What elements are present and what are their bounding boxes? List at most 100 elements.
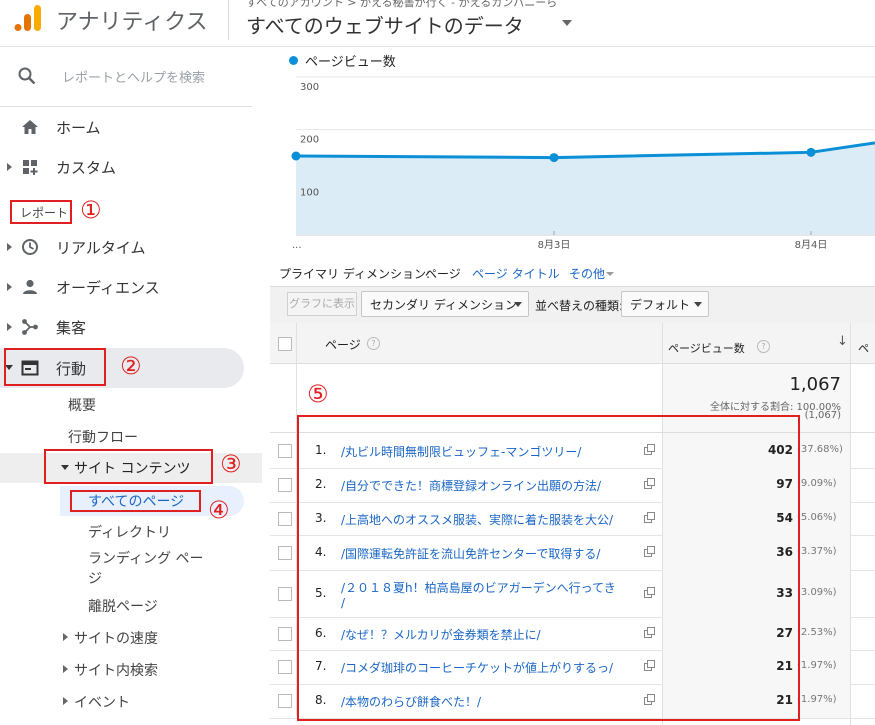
chart-legend: ページビュー数 [305,55,396,70]
sidebar-item-overview[interactable]: 概要 [68,395,96,415]
total-pageviews: 1,067 [789,374,841,395]
sidebar-item-landing-pages[interactable]: ランディング ペー [88,548,203,568]
column-header-next[interactable]: ペ [858,340,869,356]
column-header-page[interactable]: ページ [325,336,361,353]
annotation-box-1 [10,200,72,224]
y-tick-label: 100 [300,187,319,198]
dimension-page[interactable]: ページ [425,265,461,282]
help-icon[interactable]: ? [367,337,380,350]
annotation-box-3 [44,449,213,484]
annotation-number-2: ② [120,352,142,380]
y-tick-label: 200 [300,135,319,146]
row-checkbox[interactable] [278,587,292,601]
annotation-number-1: ① [80,196,102,224]
row-checkbox[interactable] [278,627,292,641]
chevron-right-icon [63,697,68,705]
sidebar-item-custom[interactable]: カスタム [0,149,250,185]
sidebar-item-home[interactable]: ホーム [0,109,250,145]
sidebar-item-exit-pages[interactable]: 離脱ページ [88,596,158,616]
dimension-other-link[interactable]: その他 [569,265,605,282]
chevron-right-icon [7,163,12,171]
sort-descending-icon[interactable]: ↓ [837,334,848,349]
sort-type-label: 並べ替えの種類: [535,299,624,313]
annotation-box-4 [70,490,201,512]
chevron-right-icon [63,633,68,641]
sidebar-item-label: カスタム [56,159,117,177]
chevron-down-icon [694,302,702,307]
app-name: アナリティクス [56,10,208,35]
sort-type-value: デフォルト [630,298,691,312]
sidebar-item-audience[interactable]: オーディエンス [0,269,250,305]
view-selector[interactable]: すべてのウェブサイトのデータ [246,10,524,39]
pageviews-percent: (1.97%) [797,694,837,705]
chevron-right-icon [63,665,68,673]
dashboard-plus-icon [23,160,38,175]
pageviews-chart[interactable]: 300 200 100 ... 8月3日 8月4日 [270,71,875,261]
x-tick-label: 8月3日 [538,239,571,251]
annotation-number-4: ④ [208,496,230,524]
row-checkbox[interactable] [278,478,292,492]
secondary-dimension-dropdown[interactable]: セカンダリ ディメンション [361,291,529,317]
show-in-graph-button[interactable]: グラフに表示 [287,292,357,316]
account-breadcrumb[interactable]: すべてのアカウント > かえる秘書が行く - かえるカンパニーら [246,0,557,10]
dimension-page-title-link[interactable]: ページ タイトル [472,265,560,282]
pageviews-percent: (2.53%) [797,627,837,638]
data-point[interactable] [549,153,559,163]
search-row[interactable]: レポートとヘルプを検索 [0,47,252,107]
top-header: アナリティクス すべてのアカウント > かえる秘書が行く - かえるカンパニーら… [0,0,875,47]
sidebar-item-events[interactable]: イベント [74,692,130,712]
row-checkbox[interactable] [278,512,292,526]
data-point[interactable] [806,147,816,157]
annotation-number-5: ⑤ [307,380,329,408]
sidebar-item-directory[interactable]: ディレクトリ [88,522,171,542]
select-all-checkbox[interactable] [278,337,292,351]
row-checkbox[interactable] [278,546,292,560]
search-input[interactable]: レポートとヘルプを検索 [62,67,205,86]
pageviews-percent: (9.09%) [797,478,837,489]
pageviews-percent: (5.06%) [797,512,837,523]
sort-type-dropdown[interactable]: デフォルト [621,291,709,317]
acquisition-icon [22,319,38,335]
x-tick-label: 8月4日 [795,239,828,251]
secondary-dimension-label: セカンダリ ディメンション [370,298,517,312]
chevron-down-icon[interactable] [562,20,572,26]
chevron-right-icon [7,283,12,291]
annotation-box-5 [297,415,800,721]
sidebar-item-label: オーディエンス [56,279,160,297]
home-icon [22,120,38,134]
sidebar-item-landing-pages-wrap[interactable]: ジ [88,568,102,588]
sidebar-item-label: ホーム [56,119,101,137]
x-tick-label: ... [292,240,302,251]
sidebar-item-site-search[interactable]: サイト内検索 [74,660,158,680]
chevron-right-icon [7,323,12,331]
header-divider [228,0,229,40]
primary-dimension-label: プライマリ ディメンション: [279,267,431,281]
column-header-pageviews[interactable]: ページビュー数 [668,340,745,356]
legend-dot-icon [289,56,298,65]
sidebar-item-behavior-flow[interactable]: 行動フロー [68,427,138,447]
sidebar-item-realtime[interactable]: リアルタイム [0,229,250,265]
row-checkbox[interactable] [278,660,292,674]
pageviews-percent: (3.09%) [797,587,837,598]
chevron-right-icon [7,243,12,251]
pageviews-percent: (37.68%) [797,444,843,455]
chevron-down-icon [606,272,614,276]
person-icon [23,279,37,294]
sidebar-item-acquisition[interactable]: 集客 [0,309,250,345]
clock-icon [22,239,38,255]
chevron-down-icon [514,302,522,307]
row-checkbox[interactable] [278,694,292,708]
data-point[interactable] [291,151,301,161]
annotation-number-3: ③ [220,450,242,478]
pageviews-percent: (1.97%) [797,660,837,671]
y-tick-label: 300 [300,82,319,93]
sidebar-item-label: 集客 [56,319,87,337]
help-icon[interactable]: ? [757,340,770,353]
sidebar: レポートとヘルプを検索 ホーム カスタム レポート リアルタイム オーディエンス… [0,47,262,725]
pageviews-percent: (3.37%) [797,546,837,557]
search-icon [18,67,36,85]
sidebar-item-site-speed[interactable]: サイトの速度 [74,628,158,648]
row-checkbox[interactable] [278,444,292,458]
sidebar-item-label: リアルタイム [56,239,146,257]
analytics-logo-icon[interactable] [14,3,42,33]
